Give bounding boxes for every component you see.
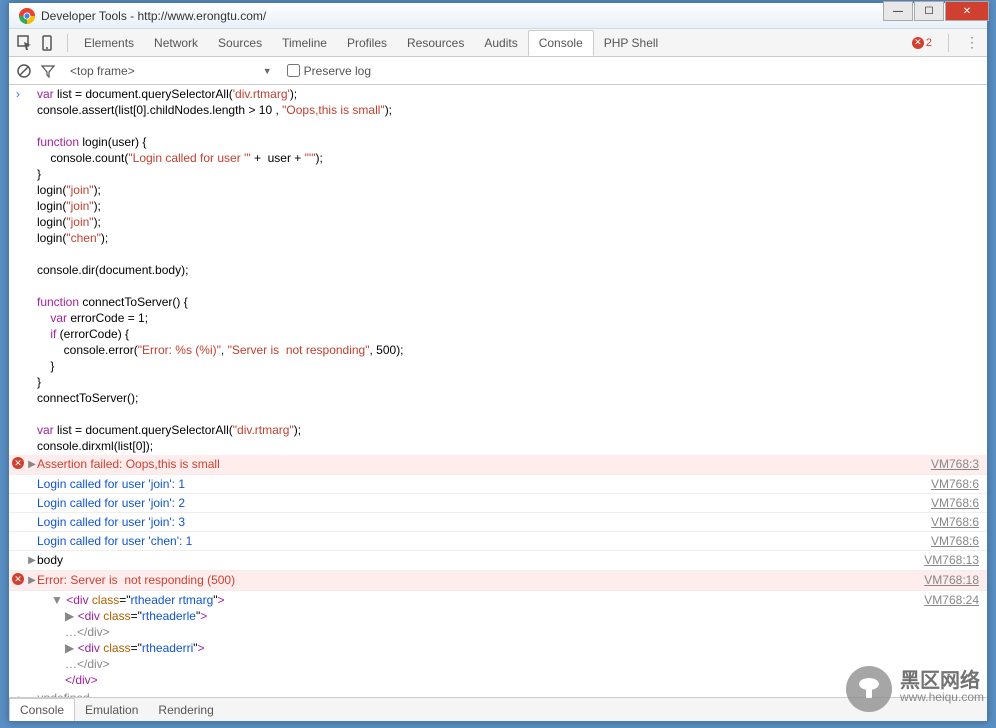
console-error-row: ✕▶Error: Server is not responding (500)V… — [9, 571, 987, 591]
tab-profiles[interactable]: Profiles — [337, 31, 397, 55]
filter-icon[interactable] — [41, 64, 55, 78]
console-output[interactable]: › var list = document.querySelectorAll('… — [9, 85, 987, 697]
tab-php-shell[interactable]: PHP Shell — [594, 31, 668, 55]
tab-timeline[interactable]: Timeline — [272, 31, 337, 55]
source-link[interactable]: VM768:6 — [931, 514, 987, 530]
console-error-row: ✕▶Assertion failed: Oops,this is smallVM… — [9, 455, 987, 475]
drawer-tab-rendering[interactable]: Rendering — [148, 699, 223, 721]
tab-audits[interactable]: Audits — [474, 31, 527, 55]
tab-network[interactable]: Network — [144, 31, 208, 55]
device-icon[interactable] — [39, 35, 55, 51]
console-log-row: Login called for user 'join': 2VM768:6 — [9, 494, 987, 513]
frame-selector[interactable]: <top frame> ▼ — [65, 62, 277, 80]
inspect-icon[interactable] — [17, 35, 33, 51]
titlebar[interactable]: Developer Tools - http://www.erongtu.com… — [9, 3, 987, 29]
console-log-row: Login called for user 'join': 3VM768:6 — [9, 513, 987, 532]
source-link[interactable]: VM768:6 — [931, 495, 987, 511]
chrome-icon — [19, 8, 35, 24]
console-obj-row: ▶bodyVM768:13 — [9, 551, 987, 571]
minimize-button[interactable]: — — [883, 1, 913, 21]
console-input-history: var list = document.querySelectorAll('di… — [37, 86, 987, 454]
tab-sources[interactable]: Sources — [208, 31, 272, 55]
tab-console[interactable]: Console — [528, 30, 594, 56]
tab-resources[interactable]: Resources — [397, 31, 474, 55]
drawer-tab-emulation[interactable]: Emulation — [75, 699, 148, 721]
console-log-row: Login called for user 'join': 1VM768:6 — [9, 475, 987, 494]
return-value: undefined — [37, 690, 987, 697]
return-icon: ‹ — [9, 690, 27, 697]
drawer-tabs: ConsoleEmulationRendering — [9, 697, 987, 721]
window-title: Developer Tools - http://www.erongtu.com… — [41, 9, 983, 23]
close-button[interactable]: ✕ — [945, 1, 989, 21]
console-log-row: Login called for user 'chen': 1VM768:6 — [9, 532, 987, 551]
maximize-button[interactable]: ☐ — [914, 1, 944, 21]
preserve-log-checkbox[interactable]: Preserve log — [287, 64, 371, 78]
tab-elements[interactable]: Elements — [74, 31, 144, 55]
devtools-window: Developer Tools - http://www.erongtu.com… — [8, 2, 988, 722]
drawer-tab-console[interactable]: Console — [9, 698, 75, 721]
main-toolbar: ElementsNetworkSourcesTimelineProfilesRe… — [9, 29, 987, 57]
menu-icon[interactable]: ⋮ — [965, 34, 979, 51]
source-link[interactable]: VM768:13 — [924, 552, 987, 569]
source-link[interactable]: VM768:18 — [924, 572, 987, 589]
error-count-badge[interactable]: ✕2 — [912, 37, 932, 49]
watermark: 黑区网络www.heiqu.com — [846, 666, 984, 712]
source-link[interactable]: VM768:6 — [931, 533, 987, 549]
console-filter-bar: <top frame> ▼ Preserve log — [9, 57, 987, 85]
source-link[interactable]: VM768:3 — [931, 456, 987, 473]
dropdown-icon: ▼ — [263, 66, 272, 76]
clear-console-icon[interactable] — [17, 64, 31, 78]
input-prompt-icon: › — [9, 86, 27, 454]
source-link[interactable]: VM768:6 — [931, 476, 987, 492]
